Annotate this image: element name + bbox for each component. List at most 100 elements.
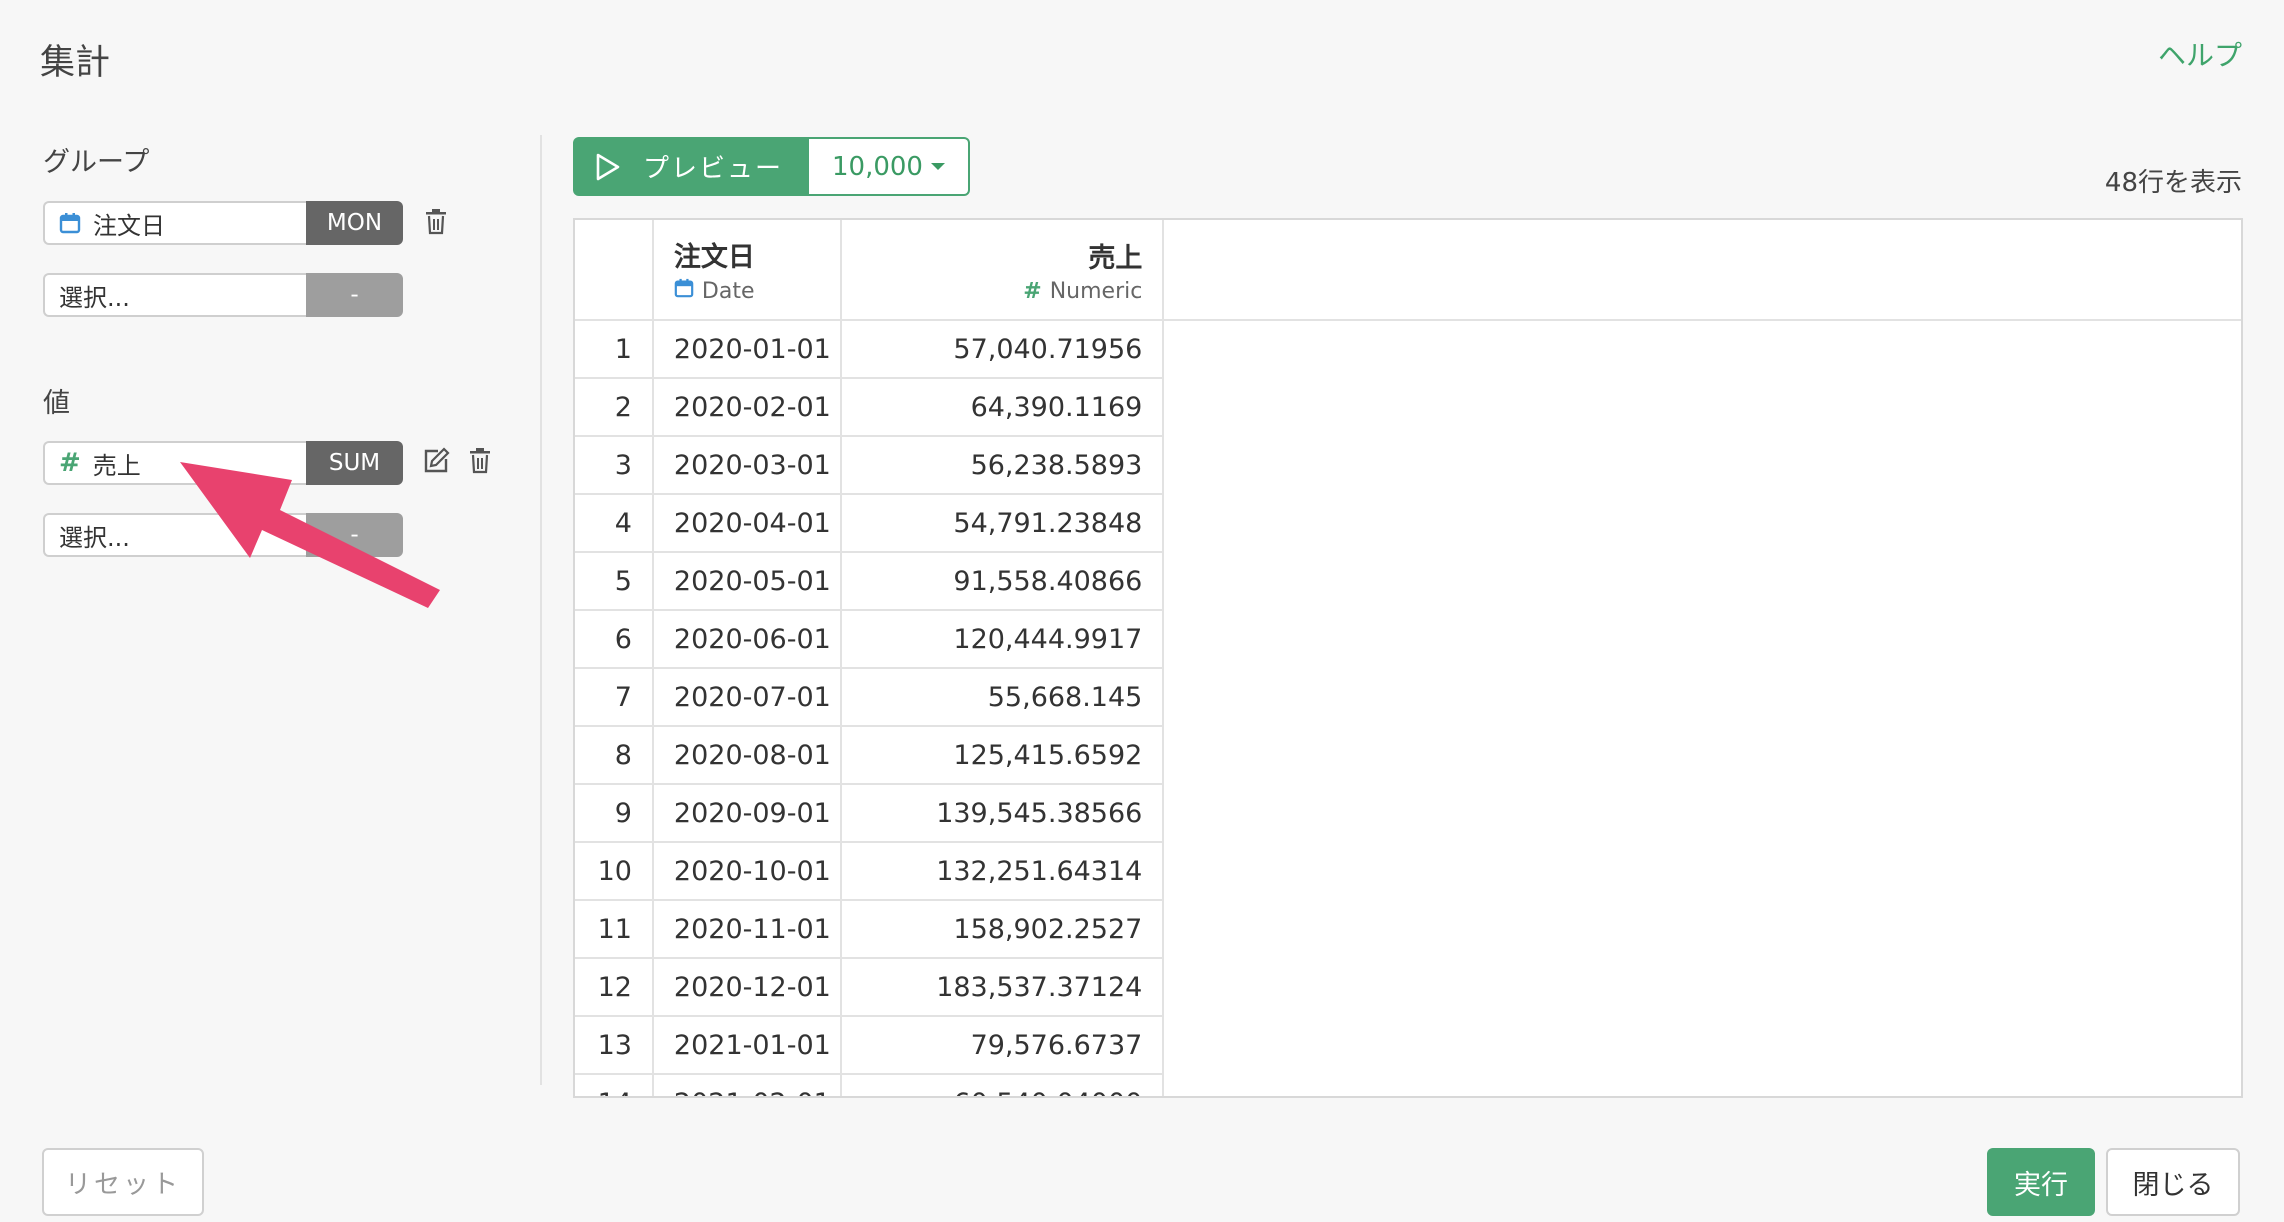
column-header-date[interactable]: 注文日 Date [652, 220, 842, 321]
value-add-select[interactable]: 選択... [43, 513, 306, 557]
sales-cell: 132,251.64314 [840, 842, 1165, 901]
column-type: # Numeric [842, 278, 1143, 304]
date-cell: 2020-11-01 [652, 900, 842, 959]
value-field-row: # 売上 SUM [43, 441, 403, 485]
close-button[interactable]: 閉じる [2106, 1148, 2240, 1216]
table-row: 9 2020-09-01 139,545.38566 [575, 784, 2241, 843]
chevron-down-icon [930, 163, 945, 170]
sales-cell: 79,576.6737 [840, 1016, 1165, 1075]
run-button[interactable]: 実行 [1987, 1148, 2095, 1216]
group-field-row: 注文日 MON [43, 201, 403, 245]
value-agg-button[interactable]: SUM [306, 441, 403, 485]
column-type: Date [674, 278, 840, 304]
row-filler [1163, 842, 2241, 900]
date-cell: 2020-02-01 [652, 378, 842, 437]
date-cell: 2020-12-01 [652, 958, 842, 1017]
table-row: 6 2020-06-01 120,444.9917 [575, 610, 2241, 669]
hash-icon: # [59, 448, 81, 478]
reset-button[interactable]: リセット [42, 1148, 204, 1216]
sales-cell: 91,558.40866 [840, 552, 1165, 611]
dialog-title: 集計 [40, 43, 111, 83]
sales-cell: 56,238.5893 [840, 436, 1165, 495]
row-filler [1163, 552, 2241, 610]
row-limit-dropdown[interactable]: 10,000 [809, 137, 970, 196]
calendar-icon [674, 278, 694, 304]
row-index-cell: 7 [575, 668, 654, 727]
date-cell: 2020-06-01 [652, 610, 842, 669]
row-filler [1163, 726, 2241, 784]
date-cell: 2020-05-01 [652, 552, 842, 611]
hash-icon: # [1023, 278, 1042, 304]
row-filler [1163, 958, 2241, 1016]
date-cell: 2020-04-01 [652, 494, 842, 553]
row-index-cell: 14 [575, 1074, 654, 1096]
row-filler [1163, 494, 2241, 552]
row-index-cell: 3 [575, 436, 654, 495]
table-row: 3 2020-03-01 56,238.5893 [575, 436, 2241, 495]
group-agg-button[interactable]: MON [306, 201, 403, 245]
row-index-cell: 8 [575, 726, 654, 785]
help-link[interactable]: ヘルプ [2158, 34, 2242, 74]
index-header [575, 220, 654, 321]
group-field-name: 注文日 [93, 211, 165, 240]
trash-icon[interactable] [465, 446, 495, 476]
sales-cell: 120,444.9917 [840, 610, 1165, 669]
play-icon [595, 153, 621, 181]
table-row: 142021-02-0160,540.04000 [575, 1074, 2241, 1096]
group-empty-agg-button: - [306, 273, 403, 317]
date-cell: 2020-09-01 [652, 784, 842, 843]
sales-cell: 64,390.1169 [840, 378, 1165, 437]
row-filler [1163, 378, 2241, 436]
sales-cell: 125,415.6592 [840, 726, 1165, 785]
table-header-row: 注文日 Date 売上 # Numeric [575, 220, 2241, 321]
row-filler [1163, 610, 2241, 668]
trash-icon[interactable] [421, 207, 451, 237]
value-field-select[interactable]: # 売上 [43, 441, 306, 485]
group-empty-row: 選択... - [43, 273, 403, 317]
row-index-cell: 5 [575, 552, 654, 611]
table-row: 13 2021-01-01 79,576.6737 [575, 1016, 2241, 1075]
sales-cell: 183,537.37124 [840, 958, 1165, 1017]
aggregate-dialog: 集計 ヘルプ グループ 注文日 MON 選択... - 値 # 売上 SUM 選… [0, 0, 2284, 1222]
table-row: 10 2020-10-01 132,251.64314 [575, 842, 2241, 901]
table-row: 4 2020-04-01 54,791.23848 [575, 494, 2241, 553]
column-name: 売上 [1088, 242, 1143, 274]
preview-button[interactable]: プレビュー [573, 137, 809, 196]
date-cell: 2020-01-01 [652, 320, 842, 379]
row-filler [1163, 900, 2241, 958]
table-row: 2 2020-02-01 64,390.1169 [575, 378, 2241, 437]
sales-cell: 60,540.04000 [840, 1074, 1165, 1096]
column-name: 注文日 [673, 242, 755, 273]
date-cell: 2020-10-01 [652, 842, 842, 901]
sales-cell: 57,040.71956 [840, 320, 1165, 379]
value-field-name: 売上 [92, 451, 141, 480]
date-cell: 2020-03-01 [652, 436, 842, 495]
row-index-cell: 11 [575, 900, 654, 959]
column-type-label: Numeric [1049, 278, 1143, 304]
group-add-select[interactable]: 選択... [43, 273, 306, 317]
row-index-cell: 2 [575, 378, 654, 437]
row-filler [1163, 436, 2241, 494]
preview-label: プレビュー [643, 154, 784, 184]
table-row: 7 2020-07-01 55,668.145 [575, 668, 2241, 727]
value-empty-row: 選択... - [43, 513, 403, 557]
sales-cell: 139,545.38566 [840, 784, 1165, 843]
column-header-sales[interactable]: 売上 # Numeric [840, 220, 1165, 321]
date-cell: 2020-08-01 [652, 726, 842, 785]
date-cell: 2021-01-01 [652, 1016, 842, 1075]
row-index-cell: 12 [575, 958, 654, 1017]
table-body: 1 2020-01-01 57,040.71956 2 2020-02-01 64,390… [575, 320, 2241, 1096]
value-empty-agg-button: - [306, 513, 403, 557]
row-filler [1163, 320, 2241, 378]
date-cell: 2021-02-01 [652, 1074, 842, 1096]
column-type-label: Date [701, 278, 755, 304]
edit-icon[interactable] [421, 446, 451, 476]
sales-cell: 55,668.145 [840, 668, 1165, 727]
row-filler [1163, 1016, 2241, 1074]
panel-divider [540, 135, 542, 1085]
row-filler [1163, 784, 2241, 842]
row-index-cell: 4 [575, 494, 654, 553]
row-index-cell: 1 [575, 320, 654, 379]
row-count-label: 48行を表示 [2104, 168, 2242, 198]
group-field-select[interactable]: 注文日 [43, 201, 306, 245]
